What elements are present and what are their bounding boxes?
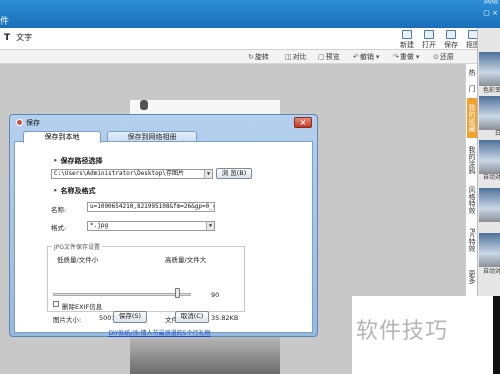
effect-thumbnail[interactable]: [479, 233, 500, 267]
strip-exif-checkbox[interactable]: [53, 301, 59, 307]
undo-button[interactable]: ↶撤销 ▾: [353, 52, 380, 62]
jpg-settings-title: JPG文件保存设置: [52, 242, 103, 251]
name-label: 名称:: [51, 206, 67, 214]
network-label: 网络: [484, 0, 498, 5]
promo-link[interactable]: DIY贴纸/涂:情人节最浪漫的5个行礼物: [10, 328, 309, 337]
side-tab-favorites[interactable]: 我的收藏: [467, 98, 477, 138]
dialog-title-text: 保存: [26, 119, 40, 127]
effect-label: 色彩变: [482, 87, 500, 94]
edge-strip: [493, 296, 500, 374]
chevron-down-icon[interactable]: ▾: [416, 53, 420, 61]
preview-icon: ▢: [318, 53, 325, 61]
dialog-title: 保存: [16, 118, 40, 128]
side-tab-hot2[interactable]: 门: [467, 82, 477, 94]
format-value: *.jpg: [90, 222, 109, 229]
text-tool-button[interactable]: T 文字: [4, 32, 38, 43]
app-logo-icon: [16, 119, 23, 126]
filename-field[interactable]: u=1090654210,821995108&fm=26&gp=0_c: [87, 202, 215, 212]
edit-toolbar: ↻旋转 ◫对比 ▢预览 ↶撤销 ▾ ↷重做 ▾ ⊙还原: [0, 50, 493, 64]
side-tab-more[interactable]: 更多: [467, 262, 477, 292]
effect-thumbnail[interactable]: [479, 52, 500, 86]
undo-icon: ↶: [353, 53, 359, 61]
text-tool-label: 文字: [16, 33, 33, 42]
app-tab-label[interactable]: 件: [0, 14, 10, 28]
tab-save-local[interactable]: 保存到本地: [23, 131, 101, 143]
save-icon: [446, 30, 456, 39]
side-tab-doodle[interactable]: 我的涂鸦: [467, 142, 477, 178]
open-button[interactable]: 打开: [418, 29, 440, 50]
effect-thumbnail[interactable]: [479, 188, 500, 222]
app-title-bar: 件 网络 ▢ ×: [0, 0, 500, 28]
chevron-down-icon[interactable]: ▾: [376, 53, 380, 61]
dialog-body: 保存路径选择 C:\Users\Administrator\Desktop\存图…: [14, 141, 313, 333]
side-tab-hot[interactable]: 热: [467, 66, 477, 78]
restore-icon: ⊙: [433, 53, 439, 61]
new-button[interactable]: 新建: [396, 29, 418, 50]
high-quality-label: 高质量/文件大: [165, 256, 207, 264]
redo-label: 重做: [399, 53, 414, 61]
strip-exif-label: 删除EXIF信息: [62, 303, 103, 311]
path-section-title: 保存路径选择: [53, 156, 102, 166]
photo-detail: [140, 100, 148, 110]
contrast-button[interactable]: ◫对比: [285, 52, 307, 62]
rotate-button[interactable]: ↻旋转: [248, 52, 269, 62]
main-toolbar: T文字 新建 打开 保存 抠图 批量: [0, 28, 500, 50]
save-dialog: 保存 × 保存到本地 保存到网络相册 保存路径选择 C:\Users\Admin…: [9, 114, 318, 337]
save-confirm-button[interactable]: 保存(S): [113, 311, 147, 323]
name-section-title: 名称及格式: [53, 186, 95, 196]
preview-button[interactable]: ▢预览: [318, 52, 340, 62]
effect-label: 白: [494, 130, 500, 137]
chevron-down-icon[interactable]: ▼: [204, 170, 212, 178]
contrast-icon: ◫: [285, 53, 292, 61]
new-file-icon: [402, 30, 412, 39]
contrast-label: 对比: [292, 53, 307, 61]
preview-label: 预览: [325, 53, 340, 61]
effect-thumbnail[interactable]: [479, 96, 500, 130]
image-size-label: 图片大小:: [53, 316, 82, 324]
effect-thumbnails: 色彩变 白 自动对 自动对: [477, 28, 500, 296]
low-quality-label: 低质量/文件小: [57, 256, 99, 264]
effect-label: 自动对: [482, 268, 500, 275]
undo-label: 撤销: [359, 53, 374, 61]
open-label: 打开: [422, 41, 436, 49]
rotate-icon: ↻: [248, 53, 254, 61]
quality-slider-handle[interactable]: [174, 288, 180, 298]
save-label: 保存: [444, 41, 458, 49]
effect-thumbnail[interactable]: [479, 140, 500, 174]
side-tab-pic-effects[interactable]: Pic特效: [467, 222, 477, 258]
quality-value: 90: [211, 291, 220, 299]
effect-label: 自动对: [482, 174, 500, 181]
side-tab-style[interactable]: 风格特效: [467, 182, 477, 218]
close-button[interactable]: ×: [294, 117, 312, 128]
side-category-tabs: 热 门 我的收藏 我的涂鸦 风格特效 Pic特效 更多: [465, 64, 477, 296]
restore-label: 还原: [439, 53, 454, 61]
path-value: C:\Users\Administrator\Desktop\存图片: [54, 170, 184, 177]
format-label: 格式:: [51, 224, 67, 232]
redo-icon: ↷: [393, 53, 399, 61]
path-select[interactable]: C:\Users\Administrator\Desktop\存图片 ▼: [51, 169, 213, 179]
rotate-label: 旋转: [254, 53, 269, 61]
format-select[interactable]: *.jpg ▼: [87, 221, 215, 231]
window-controls[interactable]: ▢ ×: [483, 9, 498, 17]
watermark-text: 软件技巧: [356, 319, 449, 344]
open-folder-icon: [424, 30, 434, 39]
redo-button[interactable]: ↷重做 ▾: [393, 52, 420, 62]
chevron-down-icon[interactable]: ▼: [206, 222, 214, 230]
text-tool-icon: T: [4, 33, 11, 43]
cancel-button[interactable]: 取消(C): [175, 311, 209, 323]
quality-slider-track[interactable]: [53, 293, 191, 296]
new-label: 新建: [400, 41, 414, 49]
restore-button[interactable]: ⊙还原: [433, 52, 454, 62]
save-button[interactable]: 保存: [440, 29, 462, 50]
browse-button[interactable]: 浏 览(B): [216, 168, 252, 179]
file-size-value: 35.82KB: [211, 314, 239, 322]
